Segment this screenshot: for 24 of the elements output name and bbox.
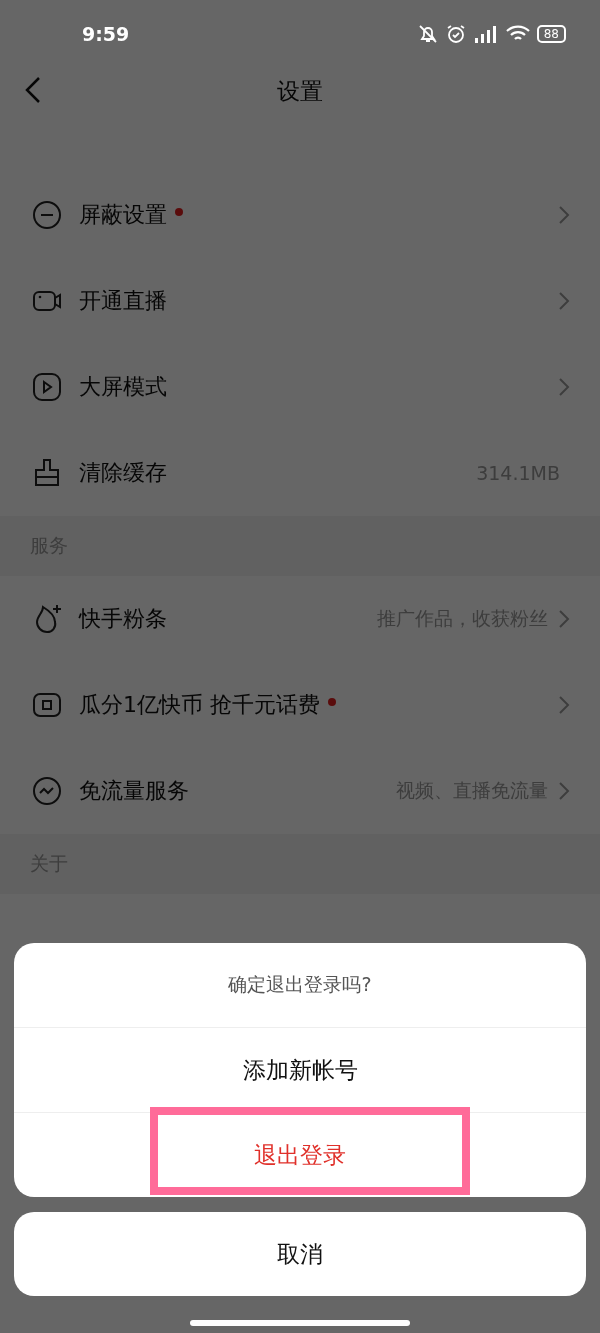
row-label: 瓜分1亿快币 抢千元话费	[79, 691, 320, 719]
page-title: 设置	[277, 76, 323, 106]
row-label: 免流量服务	[79, 777, 189, 805]
status-time: 9:59	[82, 23, 130, 45]
wave-circle-icon	[31, 775, 63, 807]
row-label: 开通直播	[79, 287, 167, 315]
cancel-button[interactable]: 取消	[14, 1212, 586, 1296]
sheet-option[interactable]: 退出登录	[14, 1113, 586, 1197]
row-label: 屏蔽设置	[79, 201, 167, 229]
row-label: 大屏模式	[79, 373, 167, 401]
sheet-option[interactable]: 添加新帐号	[14, 1028, 586, 1112]
sheet-title: 确定退出登录吗?	[14, 943, 586, 1028]
back-icon[interactable]	[24, 76, 42, 104]
play-icon	[31, 371, 63, 403]
battery-indicator: 88	[536, 25, 566, 43]
bell-off-icon	[416, 23, 439, 45]
settings-row[interactable]: 屏蔽设置	[0, 172, 600, 258]
settings-row[interactable]: 大屏模式	[0, 344, 600, 430]
signal-icon	[472, 23, 499, 45]
settings-row[interactable]: 瓜分1亿快币 抢千元话费	[0, 662, 600, 748]
row-label: 清除缓存	[79, 459, 167, 487]
row-label: 快手粉条	[79, 605, 167, 633]
minus-circle-icon	[31, 199, 63, 231]
settings-row[interactable]: 开通直播	[0, 258, 600, 344]
